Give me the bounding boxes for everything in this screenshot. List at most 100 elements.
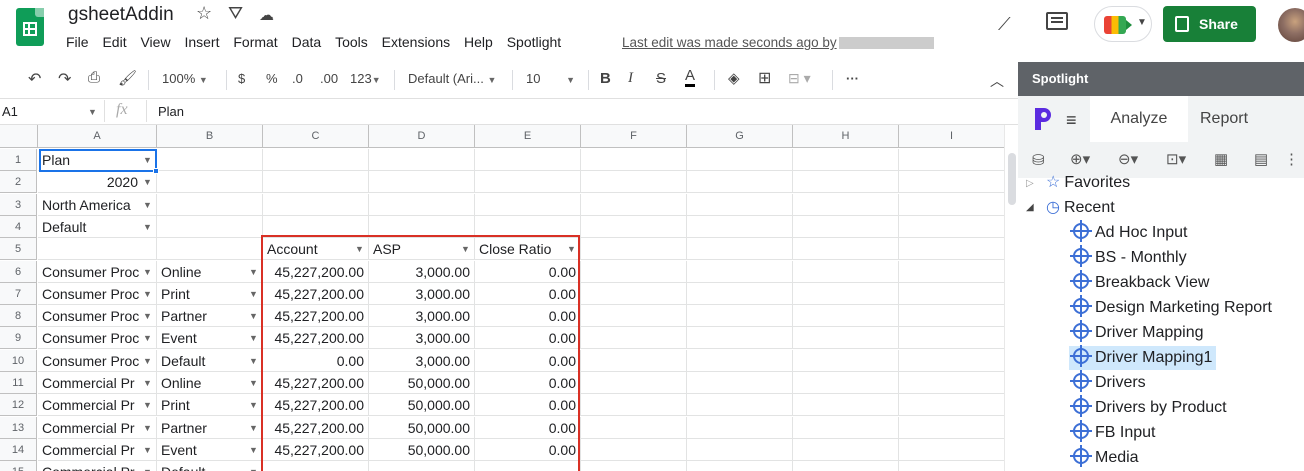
zoom-in-icon[interactable]: ⊕▾ xyxy=(1070,150,1090,168)
cell-f[interactable] xyxy=(581,149,687,171)
cell-e[interactable] xyxy=(475,215,581,238)
cell-e[interactable] xyxy=(475,461,581,471)
cell-i[interactable] xyxy=(899,327,1004,350)
chevron-down-icon[interactable]: ▼ xyxy=(249,333,258,343)
row-header[interactable]: 9 xyxy=(0,327,37,350)
row-header[interactable]: 13 xyxy=(0,416,37,439)
tab-report[interactable]: Report xyxy=(1200,96,1248,142)
row-header[interactable]: 4 xyxy=(0,215,37,238)
tree-folder-recent[interactable]: ◷ Recent xyxy=(1046,196,1115,220)
cell-g[interactable] xyxy=(687,282,793,305)
cell-d[interactable]: 3,000.00 xyxy=(369,260,475,283)
star-icon[interactable]: ☆ xyxy=(196,3,212,24)
cell-f[interactable] xyxy=(581,349,687,372)
currency-button[interactable]: $ xyxy=(238,71,245,86)
cell-d[interactable] xyxy=(369,215,475,238)
cell-a[interactable]: Commercial Pr xyxy=(38,461,157,471)
cell-d[interactable]: 3,000.00 xyxy=(369,327,475,350)
cell-e[interactable] xyxy=(475,193,581,216)
cell-f[interactable] xyxy=(581,238,687,261)
cell-g[interactable] xyxy=(687,416,793,439)
chevron-down-icon[interactable]: ▼ xyxy=(249,289,258,299)
cell-b[interactable] xyxy=(157,171,263,194)
cell-i[interactable] xyxy=(899,305,1004,328)
cell-f[interactable] xyxy=(581,372,687,394)
cell-h[interactable] xyxy=(793,305,899,328)
chevron-down-icon[interactable]: ▼ xyxy=(143,423,152,433)
chevron-down-icon[interactable]: ▼ xyxy=(143,467,152,471)
chevron-down-icon[interactable]: ▼ xyxy=(88,107,97,117)
cell-i[interactable] xyxy=(899,283,1004,305)
cell-a[interactable]: Commercial Pr xyxy=(38,438,157,461)
font-select[interactable]: Default (Ari... ▼ xyxy=(408,71,496,86)
cell-i[interactable] xyxy=(899,171,1004,194)
cell-g[interactable] xyxy=(687,238,793,261)
column-header-g[interactable]: G xyxy=(687,125,793,148)
pivot-icon[interactable]: ⊡▾ xyxy=(1166,150,1186,168)
chevron-down-icon[interactable]: ▼ xyxy=(461,244,470,254)
chevron-down-icon[interactable]: ▼ xyxy=(249,267,258,277)
cell-g[interactable] xyxy=(687,215,793,238)
trend-icon[interactable]: ⟋ xyxy=(998,14,1011,35)
cell-g[interactable] xyxy=(687,260,793,283)
chevron-down-icon[interactable]: ▼ xyxy=(249,400,258,410)
chevron-down-icon[interactable]: ▼ xyxy=(143,267,152,277)
zoom-select[interactable]: 100% ▼ xyxy=(162,71,208,86)
database-icon[interactable]: ⛁ xyxy=(1032,151,1045,169)
chevron-down-icon[interactable]: ▼ xyxy=(143,356,152,366)
chevron-down-icon[interactable]: ▼ xyxy=(143,378,152,388)
menu-tools[interactable]: Tools xyxy=(335,34,368,50)
column-header-h[interactable]: H xyxy=(793,125,899,148)
cell-d[interactable]: 50,000.00 xyxy=(369,372,475,394)
cell-c[interactable]: 45,227,200.00 xyxy=(263,305,369,328)
cell-a[interactable]: Commercial Pr xyxy=(38,394,157,417)
paint-format-icon[interactable]: 🖌 xyxy=(118,69,137,87)
hamburger-menu-icon[interactable]: ≡ xyxy=(1066,110,1077,131)
cell-f[interactable] xyxy=(581,260,687,283)
cell-c[interactable]: 45,227,200.00 xyxy=(263,394,369,417)
cell-g[interactable] xyxy=(687,461,793,471)
column-header-d[interactable]: D xyxy=(369,125,475,148)
cell-b[interactable]: Print xyxy=(157,394,263,417)
cell-c[interactable]: Account xyxy=(263,238,369,261)
cell-d[interactable]: 3,000.00 xyxy=(369,282,475,305)
cell-d[interactable]: ASP xyxy=(369,238,475,261)
fill-handle[interactable] xyxy=(153,168,159,174)
cell-i[interactable] xyxy=(899,439,1004,461)
cell-e[interactable]: 0.00 xyxy=(475,282,581,305)
sheets-logo-icon[interactable] xyxy=(16,8,44,46)
cell-b[interactable]: Default xyxy=(157,461,263,471)
cell-d[interactable]: 50,000.00 xyxy=(369,416,475,439)
cell-f[interactable] xyxy=(581,282,687,305)
cell-h[interactable] xyxy=(793,327,899,350)
increase-decimal-button[interactable]: .00 xyxy=(320,71,338,86)
row-header[interactable]: 14 xyxy=(0,438,37,461)
cell-h[interactable] xyxy=(793,171,899,194)
zoom-out-icon[interactable]: ⊖▾ xyxy=(1118,150,1138,168)
cell-c[interactable] xyxy=(263,215,369,238)
cell-e[interactable]: 0.00 xyxy=(475,394,581,417)
cell-c[interactable]: 45,227,200.00 xyxy=(263,372,369,394)
cell-e[interactable]: 0.00 xyxy=(475,327,581,350)
cell-f[interactable] xyxy=(581,394,687,417)
text-color-button[interactable]: A xyxy=(685,68,696,87)
merge-cells-icon[interactable]: ⊟ ▾ xyxy=(788,70,811,87)
cell-c[interactable]: 0.00 xyxy=(263,349,369,372)
expand-arrow-icon[interactable]: ▷ xyxy=(1026,172,1034,196)
chevron-down-icon[interactable]: ▼ xyxy=(143,289,152,299)
cell-e[interactable]: 0.00 xyxy=(475,416,581,439)
chevron-down-icon[interactable]: ▼ xyxy=(355,244,364,254)
cell-c[interactable]: 45,227,200.00 xyxy=(263,327,369,350)
tree-item-fb-input[interactable]: FB Input xyxy=(1070,420,1155,445)
undo-icon[interactable]: ↶ xyxy=(28,69,41,89)
cell-b[interactable]: Print xyxy=(157,282,263,305)
formula-input[interactable]: Plan xyxy=(158,104,184,119)
cell-h[interactable] xyxy=(793,394,899,417)
cell-b[interactable]: Event xyxy=(157,327,263,350)
cell-h[interactable] xyxy=(793,461,899,471)
cell-c[interactable] xyxy=(263,171,369,194)
cell-b[interactable] xyxy=(157,149,263,171)
menu-help[interactable]: Help xyxy=(464,34,493,50)
menu-format[interactable]: Format xyxy=(233,34,277,50)
cell-b[interactable]: Online xyxy=(157,260,263,283)
